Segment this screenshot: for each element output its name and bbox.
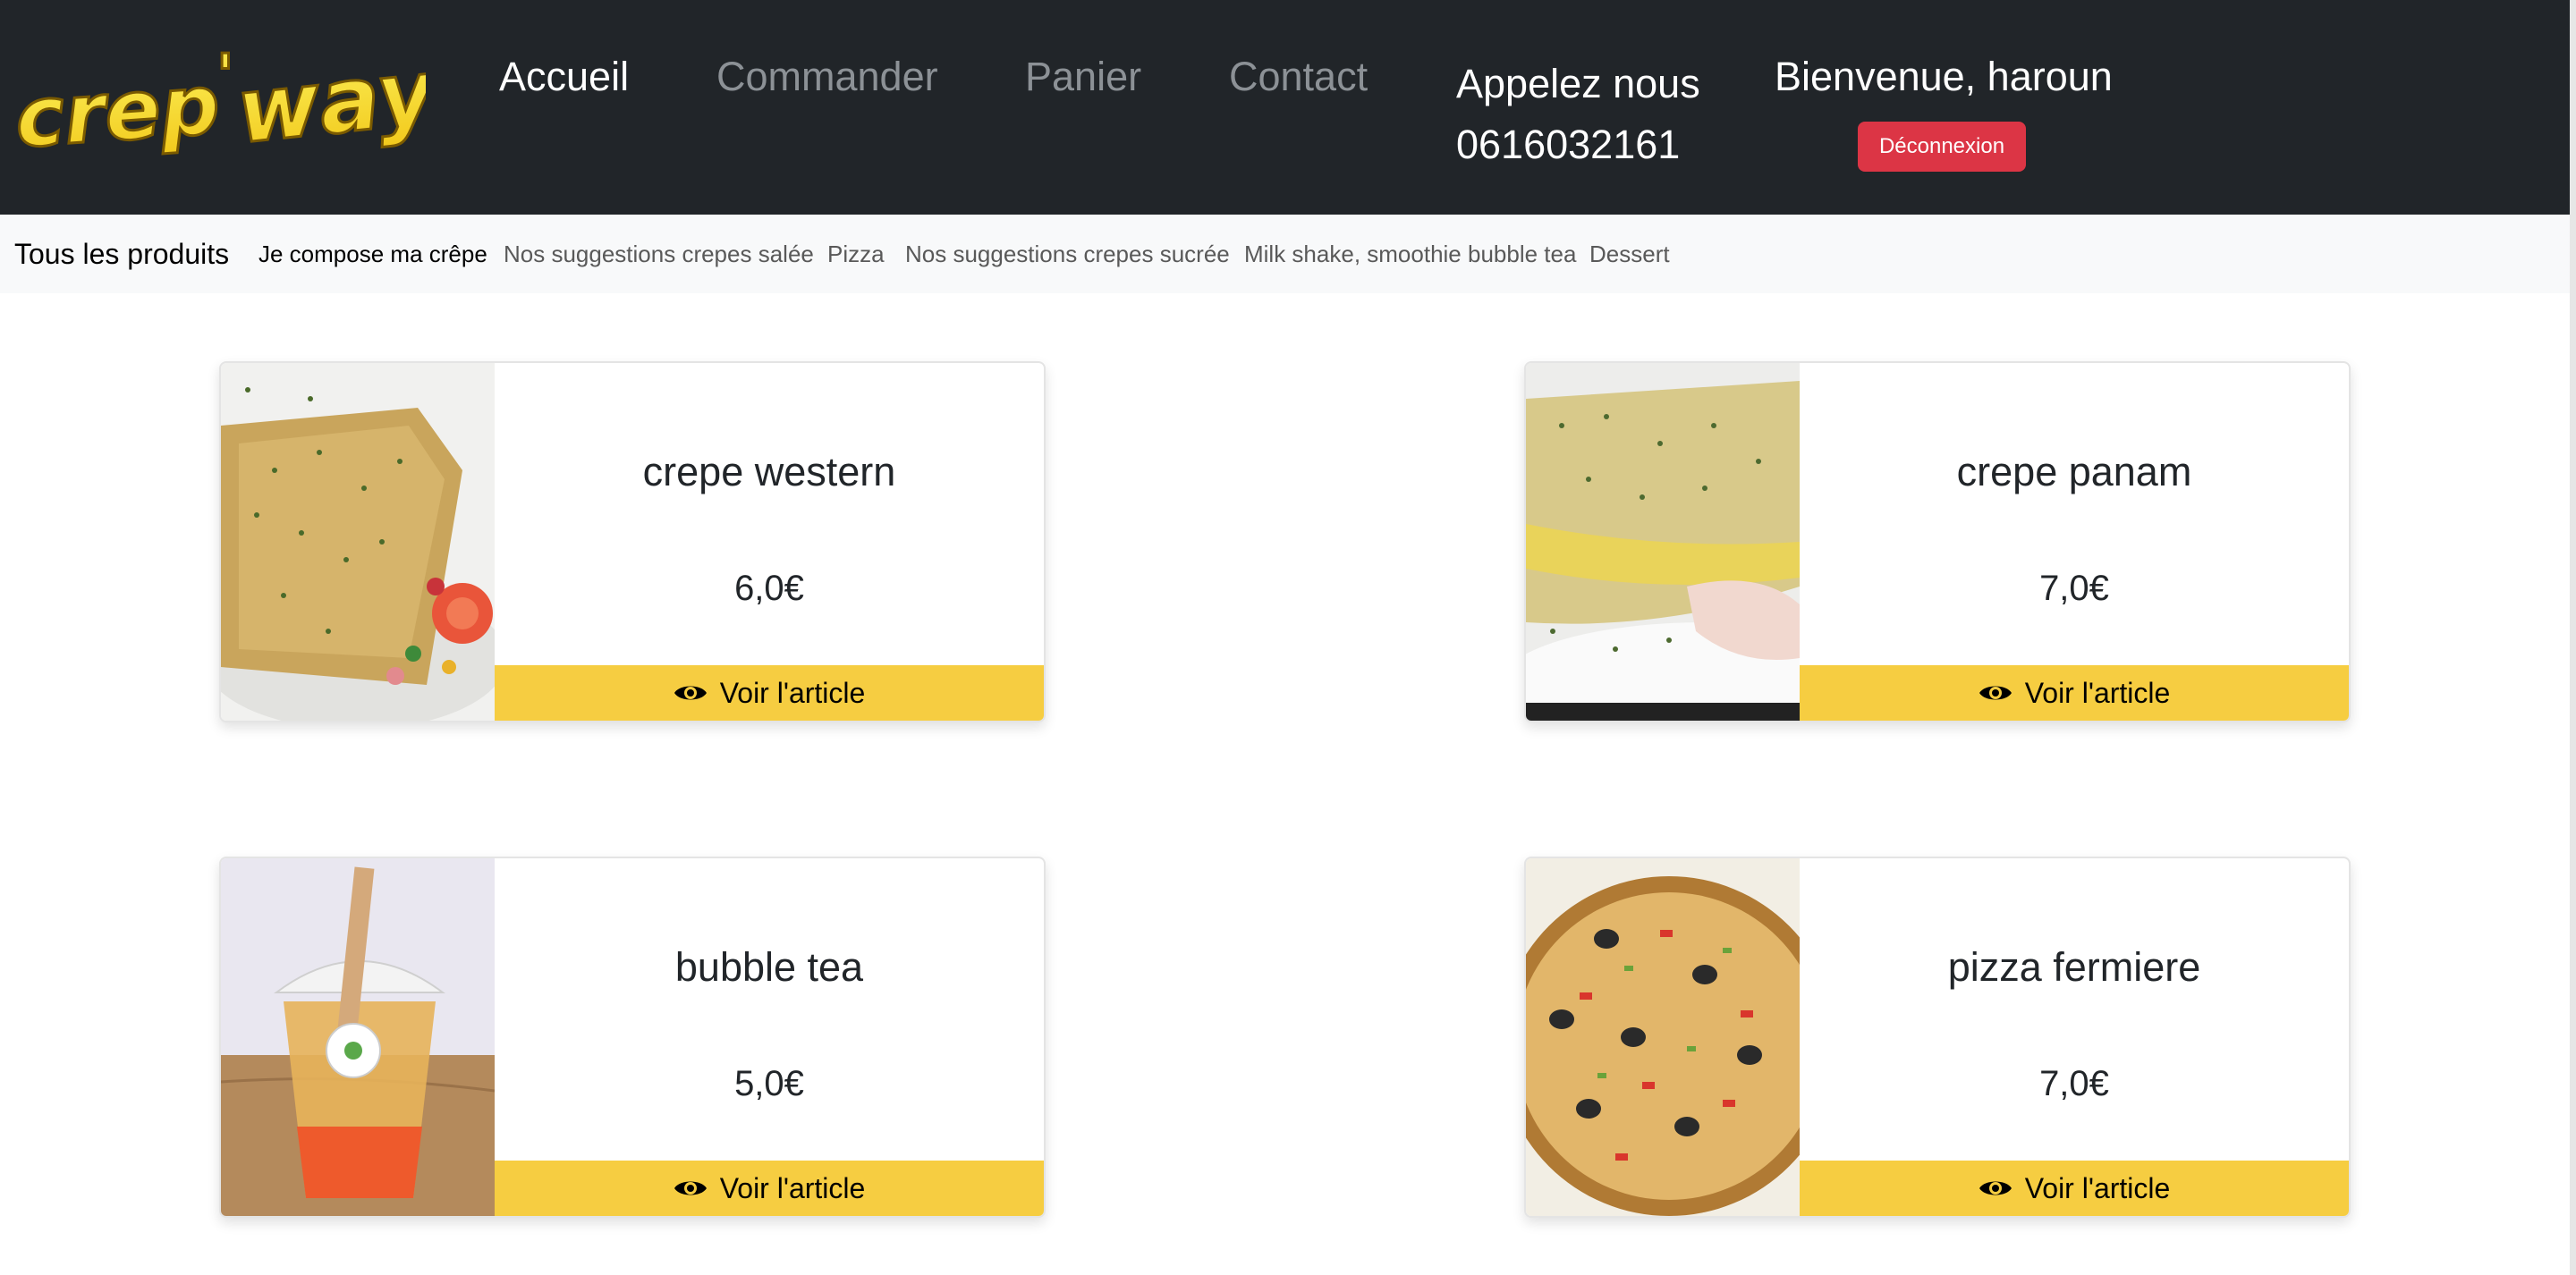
eye-icon (674, 686, 707, 700)
product-name[interactable]: bubble tea (495, 944, 1044, 991)
category-milkshake[interactable]: Milk shake, smoothie bubble tea (1244, 240, 1576, 268)
phone-label: Appelez nous (1456, 61, 1700, 106)
product-name[interactable]: crepe panam (1800, 449, 2349, 495)
view-article-button[interactable]: Voir l'article (495, 665, 1044, 721)
category-crepes-salee[interactable]: Nos suggestions crepes salée (504, 240, 814, 268)
product-name[interactable]: pizza fermiere (1800, 944, 2349, 991)
view-article-button[interactable]: Voir l'article (1800, 1161, 2349, 1216)
product-price: 7,0€ (2039, 569, 2109, 608)
eye-icon (674, 1181, 707, 1195)
product-price: 6,0€ (734, 569, 804, 608)
svg-text:': ' (216, 43, 234, 109)
category-dessert[interactable]: Dessert (1589, 240, 1670, 268)
nav-contact[interactable]: Contact (1229, 54, 1368, 100)
page-scrollbar[interactable] (2570, 0, 2576, 1275)
product-name[interactable]: crepe western (495, 449, 1044, 495)
eye-icon (1979, 686, 2012, 700)
view-article-button[interactable]: Voir l'article (1800, 665, 2349, 721)
all-products-title[interactable]: Tous les produits (14, 236, 229, 272)
view-article-label: Voir l'article (719, 676, 866, 709)
category-crepes-sucree[interactable]: Nos suggestions crepes sucrée (905, 240, 1230, 268)
view-article-button[interactable]: Voir l'article (495, 1161, 1044, 1216)
svg-text:crep: crep (16, 56, 223, 166)
category-je-compose[interactable]: Je compose ma crêpe (258, 240, 487, 268)
bubble-tea-photo[interactable] (221, 858, 495, 1216)
product-card: crepe panam 7,0€ Voir l'article (1524, 361, 2351, 722)
product-price: 5,0€ (734, 1064, 804, 1103)
logout-button[interactable]: Déconnexion (1858, 122, 2026, 172)
product-card: bubble tea 5,0€ Voir l'article (219, 857, 1046, 1218)
phone-contact: Appelez nous 0616032161 (1456, 54, 1700, 175)
nav-commander[interactable]: Commander (716, 54, 938, 100)
crepe-western-photo[interactable] (221, 363, 495, 721)
product-card: crepe western 6,0€ Voir l'article (219, 361, 1046, 722)
view-article-label: Voir l'article (2024, 1171, 2171, 1204)
category-pizza[interactable]: Pizza (827, 240, 885, 268)
nav-panier[interactable]: Panier (1025, 54, 1141, 100)
svg-text:way: way (232, 43, 426, 164)
crepe-panam-photo[interactable] (1526, 363, 1800, 721)
product-card: pizza fermiere 7,0€ Voir l'article (1524, 857, 2351, 1218)
welcome-message: Bienvenue, haroun (1775, 54, 2113, 99)
eye-icon (1979, 1181, 2012, 1195)
view-article-label: Voir l'article (719, 1171, 866, 1204)
phone-number[interactable]: 0616032161 (1456, 114, 1700, 175)
nav-accueil[interactable]: Accueil (499, 54, 629, 100)
view-article-label: Voir l'article (2024, 676, 2171, 709)
pizza-fermiere-photo[interactable] (1526, 858, 1800, 1216)
crepway-logo[interactable]: crep ' way (11, 38, 445, 168)
product-price: 7,0€ (2039, 1064, 2109, 1103)
